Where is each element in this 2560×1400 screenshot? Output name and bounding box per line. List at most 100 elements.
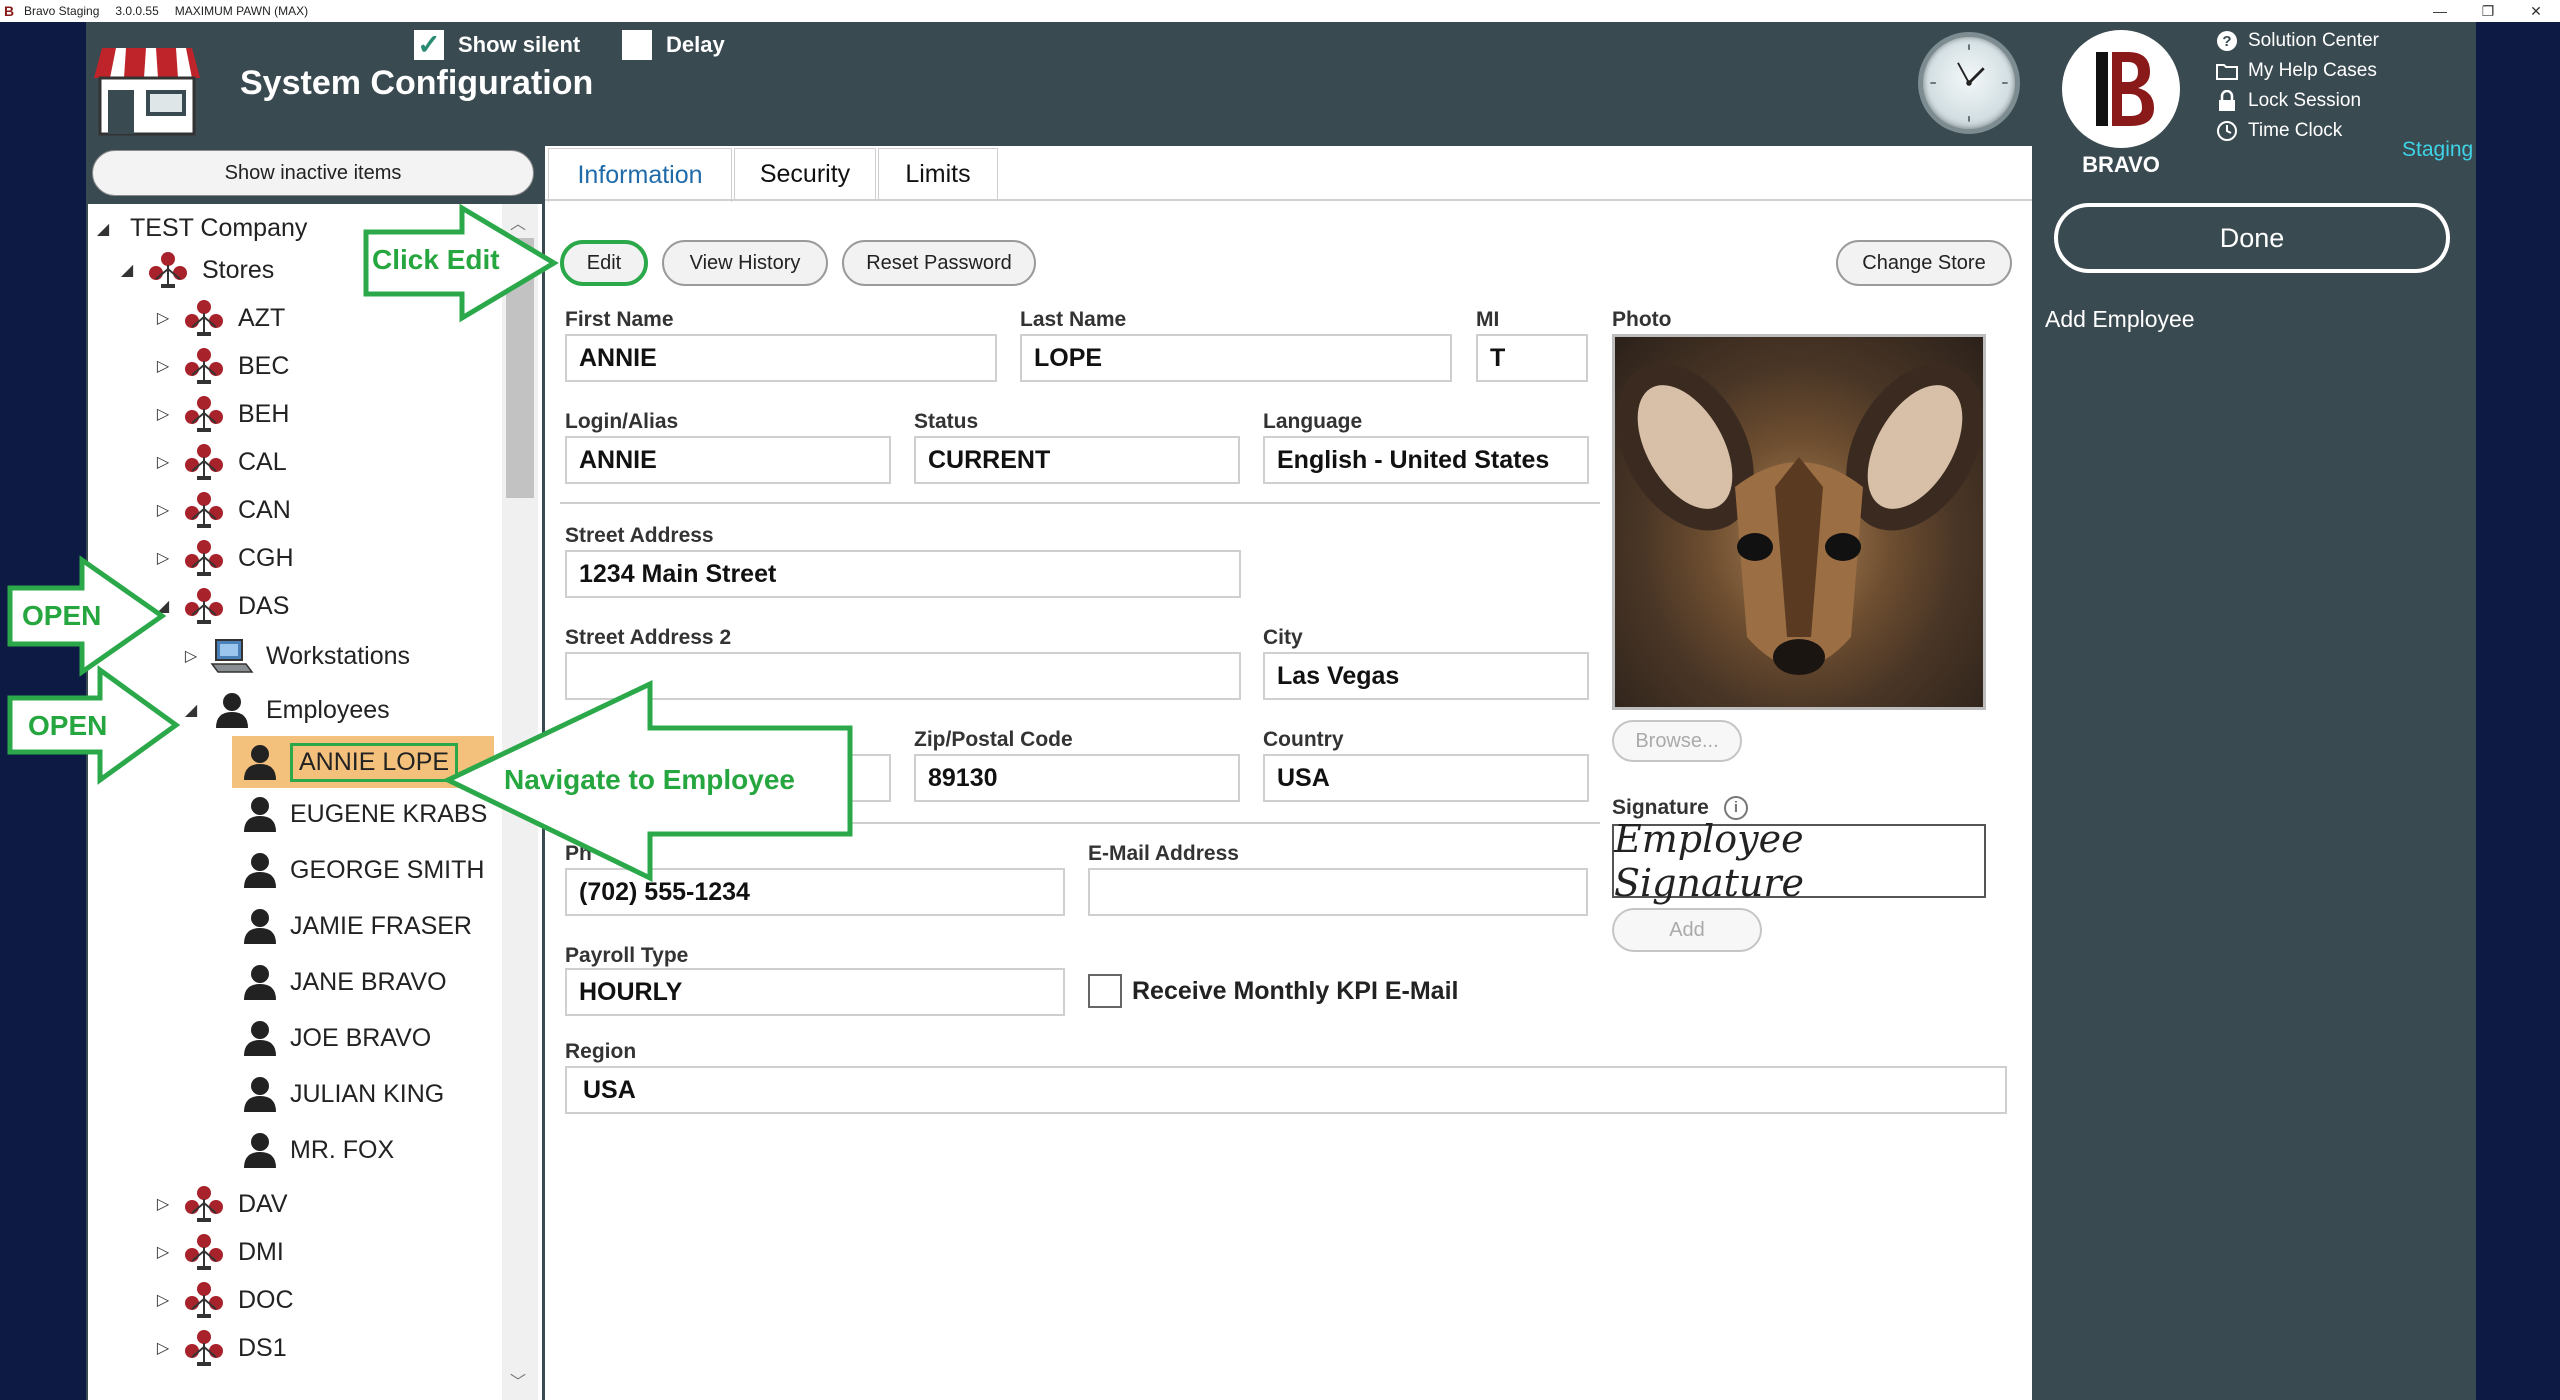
tree-node-store[interactable]: ▷ BEC — [154, 346, 289, 386]
tree-node-employee[interactable]: MR. FOX — [240, 1130, 394, 1170]
change-store-button[interactable]: Change Store — [1836, 240, 2012, 286]
add-signature-button[interactable]: Add — [1612, 908, 1762, 952]
tree-node-employees[interactable]: ◢ Employees — [182, 690, 390, 730]
time-clock-link[interactable]: Time Clock — [2216, 120, 2342, 142]
lock-session-label: Lock Session — [2248, 90, 2362, 111]
person-icon — [240, 1130, 280, 1170]
tab-information[interactable]: Information — [548, 148, 732, 202]
scroll-down-icon[interactable]: ﹀ — [510, 1368, 526, 1392]
tree-node-employee[interactable]: JAMIE FRASER — [240, 906, 472, 946]
restore-icon[interactable]: ❐ — [2468, 0, 2508, 22]
expanded-arrow-icon[interactable]: ◢ — [94, 219, 112, 239]
tree-node-store[interactable]: ▷ DAV — [154, 1184, 288, 1224]
my-help-cases-link[interactable]: My Help Cases — [2216, 60, 2377, 82]
lock-session-link[interactable]: Lock Session — [2216, 90, 2361, 112]
delay-checkbox-box — [622, 30, 652, 60]
open-label-1: OPEN — [22, 600, 102, 631]
status-field[interactable]: CURRENT — [914, 436, 1240, 484]
pawn-store-icon — [180, 394, 228, 434]
collapsed-arrow-icon[interactable]: ▷ — [182, 646, 200, 666]
collapsed-arrow-icon[interactable]: ▷ — [154, 500, 172, 520]
employee-label: JAMIE FRASER — [290, 911, 472, 940]
login-field[interactable]: ANNIE — [565, 436, 891, 484]
region-label: Region — [565, 1040, 637, 1063]
collapsed-arrow-icon[interactable]: ▷ — [154, 308, 172, 328]
language-label: Language — [1263, 410, 1363, 433]
collapsed-arrow-icon[interactable]: ▷ — [154, 356, 172, 376]
collapsed-arrow-icon[interactable]: ▷ — [154, 452, 172, 472]
close-icon[interactable]: ✕ — [2516, 0, 2556, 22]
navigate-label: Navigate to Employee — [504, 764, 795, 795]
kpi-email-checkbox[interactable] — [1088, 974, 1122, 1008]
view-history-button[interactable]: View History — [662, 240, 828, 286]
solution-center-link[interactable]: ? Solution Center — [2216, 30, 2379, 52]
svg-text:?: ? — [2222, 33, 2231, 50]
collapsed-arrow-icon[interactable]: ▷ — [154, 404, 172, 424]
clock-icon[interactable] — [1918, 32, 2020, 134]
reset-password-button[interactable]: Reset Password — [842, 240, 1036, 286]
street-field[interactable]: 1234 Main Street — [565, 550, 1241, 598]
tree-node-employee[interactable]: JOE BRAVO — [240, 1018, 431, 1058]
language-field[interactable]: English - United States — [1263, 436, 1589, 484]
pawn-store-icon — [180, 346, 228, 386]
mi-field[interactable]: T — [1476, 334, 1588, 382]
company-label: TEST Company — [130, 214, 308, 242]
tree-node-store-open[interactable]: ◢ DAS — [154, 586, 289, 626]
employee-label: JULIAN KING — [290, 1079, 445, 1108]
minimize-icon[interactable]: — — [2420, 0, 2460, 22]
tree-node-company[interactable]: ◢ TEST Company — [94, 214, 308, 243]
collapsed-arrow-icon[interactable]: ▷ — [154, 1290, 172, 1310]
collapsed-arrow-icon[interactable]: ▷ — [154, 1194, 172, 1214]
show-inactive-button[interactable]: Show inactive items — [92, 150, 534, 196]
solution-center-label: Solution Center — [2248, 30, 2379, 51]
country-field[interactable]: USA — [1263, 754, 1589, 802]
person-icon — [240, 794, 280, 834]
city-field[interactable]: Las Vegas — [1263, 652, 1589, 700]
person-icon — [240, 962, 280, 1002]
app-name: Bravo Staging — [24, 4, 100, 18]
tab-security[interactable]: Security — [734, 148, 876, 200]
tree-node-workstations[interactable]: ▷ Workstations — [182, 636, 410, 676]
edit-button[interactable]: Edit — [560, 240, 648, 286]
add-employee-link[interactable]: Add Employee — [2045, 306, 2195, 333]
expanded-arrow-icon[interactable]: ◢ — [182, 700, 200, 720]
tree-node-store[interactable]: ▷ CGH — [154, 538, 294, 578]
store-logo-icon — [94, 48, 200, 136]
browse-button[interactable]: Browse... — [1612, 720, 1742, 762]
tree-node-store[interactable]: ▷ DOC — [154, 1280, 294, 1320]
last-name-label: Last Name — [1020, 308, 1127, 331]
country-label: Country — [1263, 728, 1344, 751]
show-silent-label: Show silent — [458, 32, 581, 57]
tree-node-stores[interactable]: ◢ Stores — [118, 250, 274, 290]
done-button[interactable]: Done — [2054, 203, 2450, 273]
collapsed-arrow-icon[interactable]: ▷ — [154, 1338, 172, 1358]
first-name-field[interactable]: ANNIE — [565, 334, 997, 382]
tree-node-store[interactable]: ▷ CAL — [154, 442, 287, 482]
show-silent-checkbox[interactable]: ✓ Show silent — [414, 30, 580, 60]
collapsed-arrow-icon[interactable]: ▷ — [154, 1242, 172, 1262]
store-label: CAL — [238, 447, 287, 476]
tree-node-employee[interactable]: JANE BRAVO — [240, 962, 447, 1002]
tree-node-store[interactable]: ▷ CAN — [154, 490, 291, 530]
store-label: DAV — [238, 1189, 288, 1218]
tab-limits[interactable]: Limits — [878, 148, 998, 200]
region-field[interactable]: USA — [565, 1066, 2007, 1114]
tree-node-store[interactable]: ▷ AZT — [154, 298, 285, 338]
email-field[interactable] — [1088, 868, 1588, 916]
mi-label: MI — [1476, 308, 1500, 331]
payroll-field[interactable]: HOURLY — [565, 968, 1065, 1016]
person-icon — [208, 690, 256, 730]
store-label: DOC — [238, 1285, 294, 1314]
zip-field[interactable]: 89130 — [914, 754, 1240, 802]
tree-node-store[interactable]: ▷ DMI — [154, 1232, 284, 1272]
delay-checkbox[interactable]: Delay — [622, 30, 725, 60]
first-name-label: First Name — [565, 308, 674, 331]
tree-node-employee[interactable]: JULIAN KING — [240, 1074, 444, 1114]
tree-node-store[interactable]: ▷ BEH — [154, 394, 289, 434]
store-label: BEH — [238, 399, 290, 428]
store-label: BEC — [238, 351, 290, 380]
expanded-arrow-icon[interactable]: ◢ — [118, 260, 136, 280]
tree-node-store[interactable]: ▷ DS1 — [154, 1328, 287, 1368]
last-name-field[interactable]: LOPE — [1020, 334, 1452, 382]
login-label: Login/Alias — [565, 410, 679, 433]
